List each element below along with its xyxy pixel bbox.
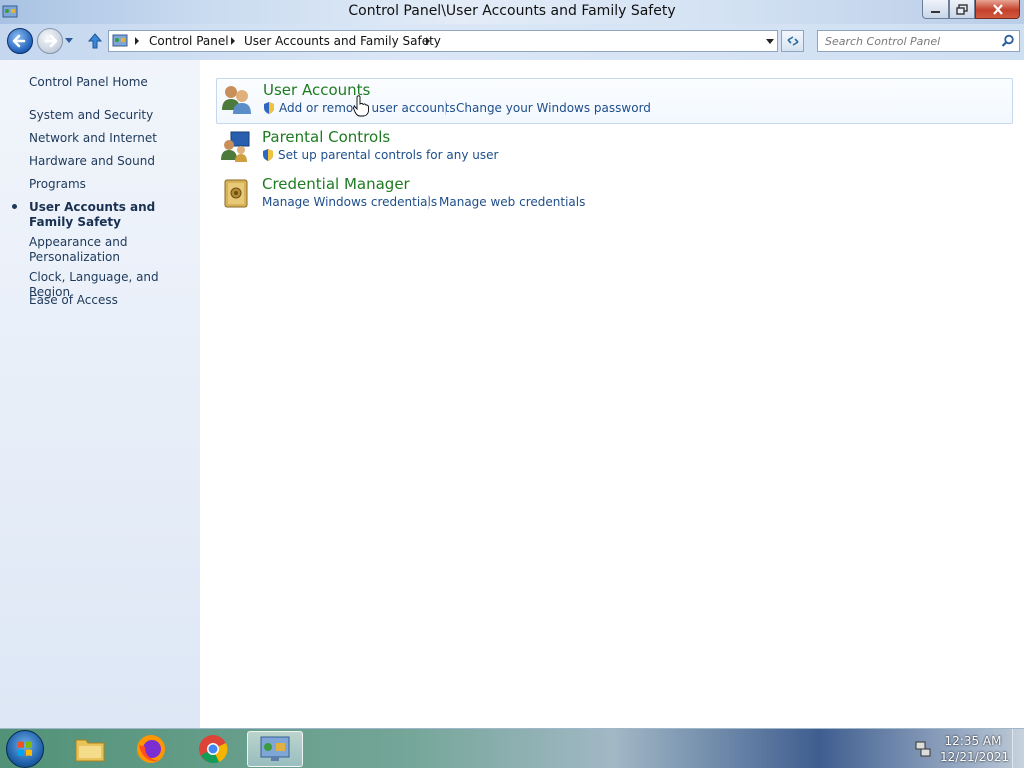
- sidebar-item-ease-of-access[interactable]: Ease of Access: [29, 293, 194, 308]
- breadcrumb-chevron-icon[interactable]: [135, 37, 139, 45]
- taskbar-chrome[interactable]: [185, 731, 241, 767]
- sidebar-item-control-panel-home[interactable]: Control Panel Home: [29, 75, 194, 90]
- address-bar[interactable]: Control Panel User Accounts and Family S…: [108, 30, 778, 52]
- file-explorer-icon: [75, 739, 105, 762]
- back-button[interactable]: [7, 28, 33, 54]
- breadcrumb-chevron-icon[interactable]: [426, 37, 430, 45]
- search-input[interactable]: [818, 31, 996, 51]
- credential-manager-title[interactable]: Credential Manager: [262, 175, 410, 193]
- main-content: User Accounts Add or remove user account…: [200, 60, 1024, 728]
- sidebar: Control Panel Home System and Security N…: [0, 60, 200, 728]
- category-parental-controls: Parental Controls Set up parental contro…: [216, 126, 1013, 172]
- search-box[interactable]: [817, 30, 1020, 52]
- navigation-bar: Control Panel User Accounts and Family S…: [0, 24, 1024, 60]
- network-icon[interactable]: [915, 741, 931, 757]
- minimize-icon: [931, 10, 940, 13]
- arrow-left-icon: [12, 34, 26, 48]
- close-button[interactable]: [975, 0, 1020, 19]
- sidebar-item-programs[interactable]: Programs: [29, 177, 194, 192]
- uac-shield-icon: [264, 102, 274, 114]
- windows-logo-icon: [18, 741, 32, 756]
- sidebar-item-hardware-sound[interactable]: Hardware and Sound: [29, 154, 194, 169]
- users-icon[interactable]: [220, 82, 254, 116]
- arrow-right-icon: [44, 34, 58, 48]
- taskbar-control-panel[interactable]: [247, 731, 303, 767]
- close-icon: [992, 3, 1003, 15]
- setup-parental-controls-link[interactable]: Set up parental controls for any user: [278, 148, 498, 162]
- taskbar: 12:35 AM 12/21/2021: [0, 728, 1024, 768]
- breadcrumb-chevron-icon[interactable]: [231, 37, 235, 45]
- sidebar-item-user-accounts: User Accounts and Family Safety: [29, 200, 156, 229]
- breadcrumb-control-panel[interactable]: Control Panel: [149, 34, 229, 48]
- clock-date[interactable]: 12/21/2021: [940, 750, 1009, 764]
- uac-shield-icon: [263, 149, 273, 161]
- link-separator: [428, 195, 429, 209]
- address-dropdown-icon[interactable]: [766, 39, 774, 44]
- title-bar[interactable]: Control Panel\User Accounts and Family S…: [0, 0, 1024, 24]
- link-separator: [445, 101, 446, 115]
- window-title: Control Panel\User Accounts and Family S…: [348, 3, 676, 19]
- refresh-button[interactable]: [781, 30, 804, 52]
- credential-vault-icon[interactable]: [219, 176, 253, 210]
- sidebar-item-network-internet[interactable]: Network and Internet: [29, 131, 194, 146]
- taskbar-firefox[interactable]: [123, 731, 179, 767]
- firefox-icon: [137, 735, 165, 763]
- taskbar-file-explorer[interactable]: [62, 731, 118, 767]
- clock-time[interactable]: 12:35 AM: [940, 734, 1006, 748]
- control-panel-icon: [260, 736, 290, 761]
- category-credential-manager: Credential Manager Manage Windows creden…: [216, 173, 1013, 219]
- manage-web-credentials-link[interactable]: Manage web credentials: [439, 195, 585, 209]
- sidebar-item-appearance[interactable]: Appearance and Personalization: [29, 235, 129, 265]
- category-user-accounts: User Accounts Add or remove user account…: [216, 78, 1013, 124]
- restore-button[interactable]: [949, 0, 975, 19]
- manage-windows-credentials-link[interactable]: Manage Windows credentials: [262, 195, 437, 209]
- refresh-icon: [786, 36, 799, 46]
- parental-controls-title[interactable]: Parental Controls: [262, 128, 390, 146]
- control-panel-icon: [112, 34, 128, 47]
- recent-pages-dropdown-icon[interactable]: [64, 37, 74, 45]
- minimize-button[interactable]: [922, 0, 949, 19]
- search-icon[interactable]: [1001, 34, 1015, 48]
- restore-icon: [956, 3, 968, 15]
- parental-controls-icon[interactable]: [219, 129, 253, 163]
- change-windows-password-link[interactable]: Change your Windows password: [456, 101, 651, 115]
- show-desktop-button[interactable]: [1012, 729, 1024, 768]
- chrome-icon: [199, 735, 228, 764]
- active-item-bullet: [12, 204, 17, 209]
- start-button[interactable]: [6, 730, 44, 768]
- forward-button[interactable]: [37, 28, 63, 54]
- breadcrumb-user-accounts[interactable]: User Accounts and Family Safety: [244, 34, 441, 48]
- up-one-level-icon[interactable]: [87, 33, 103, 49]
- sidebar-item-system-security[interactable]: System and Security: [29, 108, 194, 123]
- hand-pointer-cursor-icon: [353, 95, 369, 117]
